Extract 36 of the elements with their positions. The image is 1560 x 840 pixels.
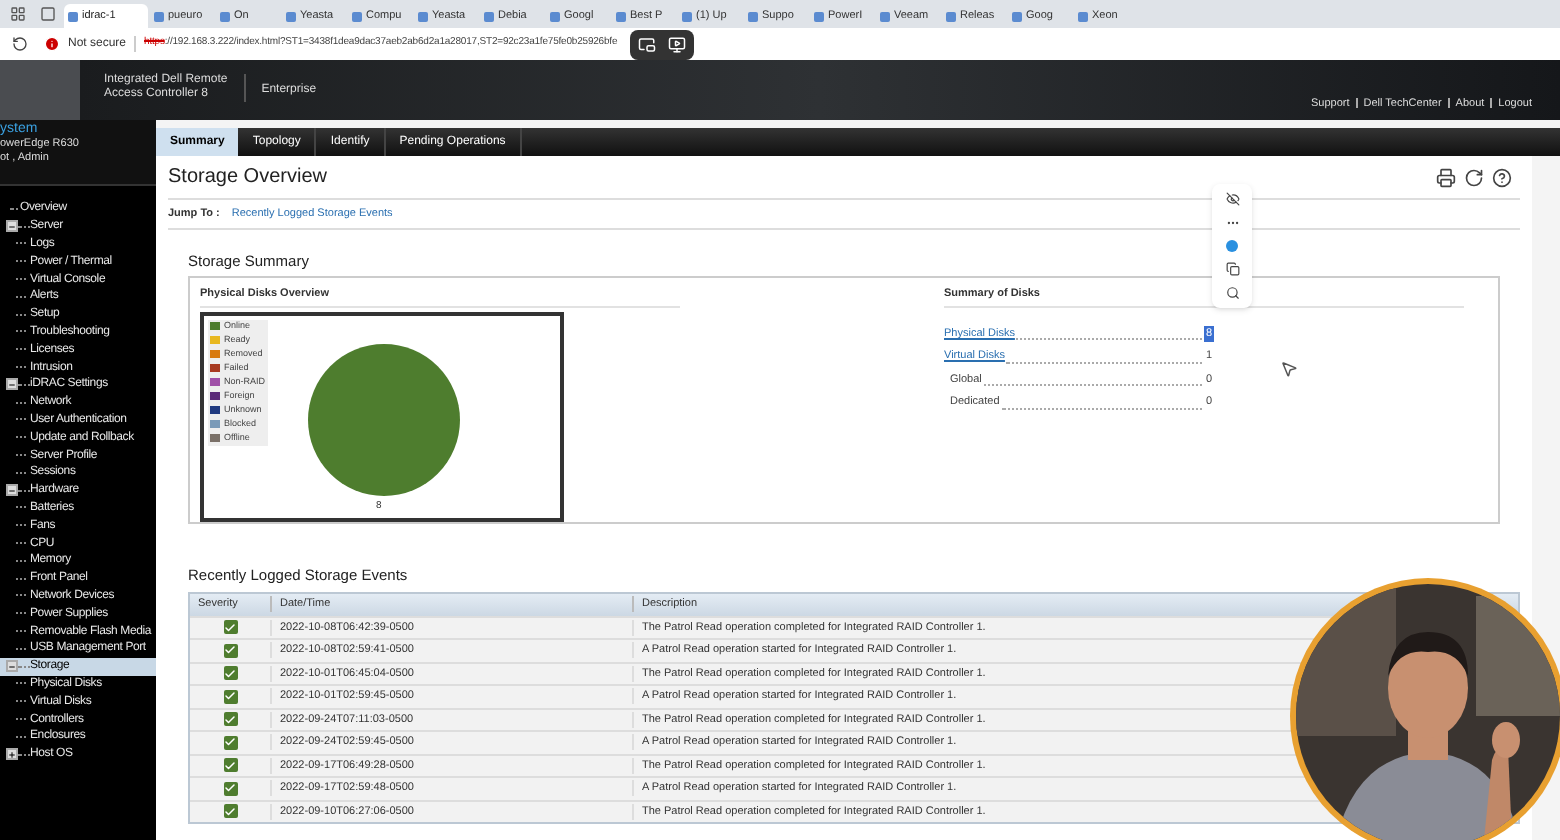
workspaces-icon[interactable]: [10, 6, 26, 22]
play-icon[interactable]: [667, 35, 686, 53]
refresh-icon[interactable]: [1464, 167, 1484, 187]
favicon-icon: [748, 11, 758, 21]
favicon-icon: [484, 11, 494, 21]
copy-icon[interactable]: [1225, 262, 1239, 276]
favicon-icon: [814, 11, 824, 21]
favicon-icon: [352, 11, 362, 21]
favicon-icon: [1078, 11, 1088, 21]
favicon-icon: [220, 11, 230, 21]
favicon-icon: [286, 11, 296, 21]
reload-icon[interactable]: [12, 36, 28, 52]
search-icon[interactable]: [1225, 286, 1239, 300]
collapse-icon[interactable]: [6, 484, 18, 497]
favicon-icon: [880, 11, 890, 21]
collapse-icon[interactable]: [6, 378, 18, 391]
print-icon[interactable]: [1436, 167, 1456, 187]
favicon-icon: [682, 11, 692, 21]
warning-icon: [44, 36, 60, 52]
favicon-icon: [1012, 11, 1022, 21]
more-icon[interactable]: [1225, 216, 1239, 230]
assistant-icon[interactable]: [1226, 240, 1238, 252]
mouse-cursor-icon: [1280, 360, 1298, 378]
hide-icon[interactable]: [1225, 192, 1239, 206]
picture-in-picture-icon[interactable]: [637, 35, 656, 53]
collapse-icon[interactable]: [6, 220, 18, 233]
favicon-icon: [154, 11, 164, 21]
favicon-icon: [68, 11, 78, 21]
tab-actions-icon[interactable]: [40, 6, 56, 22]
favicon-icon: [616, 11, 626, 21]
favicon-icon: [418, 11, 428, 21]
page-title: Storage Overview: [168, 164, 327, 192]
expand-icon[interactable]: [6, 748, 18, 761]
help-icon[interactable]: [1492, 167, 1512, 187]
favicon-icon: [946, 11, 956, 21]
favicon-icon: [550, 11, 560, 21]
